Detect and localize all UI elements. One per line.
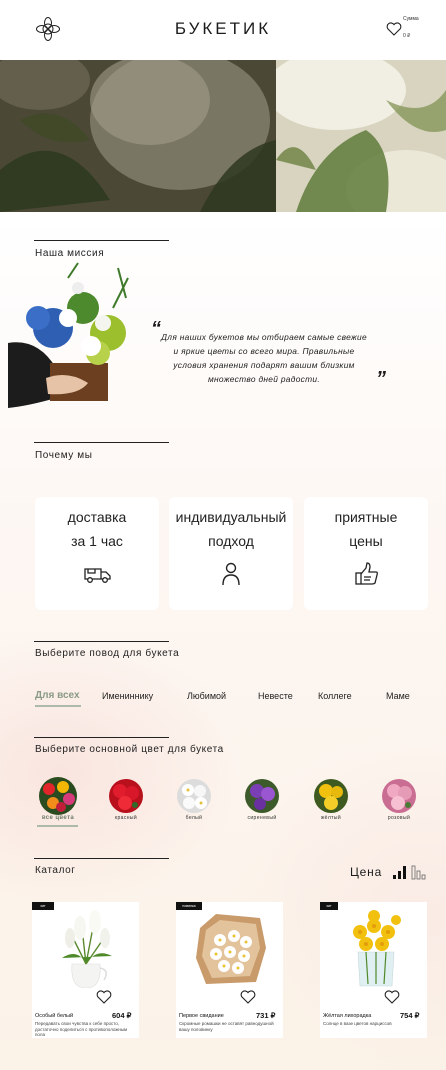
color-label-pink[interactable]: розовый — [374, 815, 424, 821]
catalog-title: Каталог — [35, 865, 76, 876]
section-divider — [34, 737, 169, 738]
product-name[interactable]: Особый белый — [35, 1013, 73, 1019]
color-active-underline — [37, 825, 78, 827]
color-label-yellow[interactable]: жёлтый — [306, 815, 356, 821]
product-price: 604 ₽ — [112, 1011, 132, 1020]
occasions-title: Выберите повод для букета — [35, 648, 180, 659]
why-us-card-prices: приятные цены — [304, 497, 428, 610]
product-image — [62, 910, 112, 988]
hero-image-left — [0, 60, 276, 212]
product-description: Передавать свои чувства к себе просто, д… — [35, 1021, 128, 1037]
product-card[interactable]: хит Жёлтая лихорадка 754 ₽ Солнце в вазе… — [320, 902, 427, 1038]
product-image — [196, 914, 266, 984]
heart-cart-icon — [386, 22, 402, 36]
product-image — [353, 910, 401, 987]
color-label-all[interactable]: все цвета — [33, 815, 83, 821]
occasion-tab-all[interactable]: Для всех — [35, 690, 80, 701]
occasion-tab-beloved[interactable]: Любимой — [187, 691, 226, 701]
quote-close-mark: ” — [376, 368, 386, 390]
section-divider — [34, 858, 169, 859]
occasion-tab-colleague[interactable]: Коллеге — [318, 691, 352, 701]
section-divider — [34, 641, 169, 642]
card-line-1: приятные — [334, 509, 398, 525]
color-swatch-lilac[interactable] — [245, 779, 279, 813]
why-us-title: Почему мы — [35, 450, 93, 461]
hero-banner — [0, 60, 446, 212]
header: БУКЕТИК Сумма 0 ₽ — [0, 0, 446, 60]
person-icon — [222, 562, 240, 586]
why-us-card-individual: индивидуальный подход — [169, 497, 293, 610]
occasion-tab-birthday[interactable]: Имениннику — [102, 691, 153, 701]
color-swatch-pink[interactable] — [382, 779, 416, 813]
price-sort-icon[interactable] — [392, 864, 426, 880]
color-swatch-all[interactable] — [39, 777, 77, 815]
occasion-tab-mom[interactable]: Маме — [386, 691, 410, 701]
delivery-truck-icon — [84, 568, 111, 583]
page: БУКЕТИК Сумма 0 ₽ Наша миссия “ Для наши… — [0, 0, 446, 1070]
product-card[interactable]: новинка Первое свидание 731 ₽ Скромные р… — [176, 902, 283, 1038]
color-label-lilac[interactable]: сиреневый — [237, 815, 287, 821]
color-swatch-red[interactable] — [109, 779, 143, 813]
section-divider — [34, 240, 169, 241]
card-line-1: доставка — [67, 509, 127, 525]
hero-image-right — [266, 60, 446, 212]
color-swatch-yellow[interactable] — [314, 779, 348, 813]
color-label-white[interactable]: белый — [169, 815, 219, 821]
occasion-tab-bride[interactable]: Невесте — [258, 691, 293, 701]
cart-label: Сумма — [403, 16, 419, 22]
product-price: 754 ₽ — [400, 1011, 420, 1020]
product-name[interactable]: Жёлтая лихорадка — [323, 1013, 371, 1019]
favorite-heart-icon[interactable] — [96, 990, 112, 1004]
favorite-heart-icon[interactable] — [240, 990, 256, 1004]
color-swatch-white[interactable] — [177, 779, 211, 813]
product-description: Солнце в вазе цветов нарциссов — [323, 1021, 392, 1026]
card-line-2: подход — [208, 533, 254, 549]
card-line-1: индивидуальный — [175, 509, 287, 525]
thumbs-up-icon — [355, 562, 378, 585]
occasion-active-underline — [35, 705, 81, 707]
colors-title: Выберите основной цвет для букета — [35, 744, 224, 755]
color-label-red[interactable]: красный — [101, 815, 151, 821]
product-price: 731 ₽ — [256, 1011, 276, 1020]
cart-sum: 0 ₽ — [403, 33, 411, 39]
favorite-heart-icon[interactable] — [384, 990, 400, 1004]
price-sort-label[interactable]: Цена — [350, 865, 382, 879]
brand-title[interactable]: БУКЕТИК — [0, 19, 446, 39]
product-description: Скромные ромашки не оставят равнодушной … — [179, 1021, 274, 1032]
mission-text: Для наших букетов мы отбираем самые свеж… — [161, 332, 367, 384]
why-us-card-delivery: доставка за 1 час — [35, 497, 159, 610]
bouquet-image — [8, 262, 129, 408]
section-divider — [34, 442, 169, 443]
product-name[interactable]: Первое свидание — [179, 1013, 224, 1019]
cart-button[interactable]: Сумма 0 ₽ — [386, 16, 422, 44]
card-line-2: цены — [349, 533, 383, 549]
product-card[interactable]: хит Особый белый 604 ₽ Передавать свои ч… — [32, 902, 139, 1038]
card-line-2: за 1 час — [71, 533, 123, 549]
